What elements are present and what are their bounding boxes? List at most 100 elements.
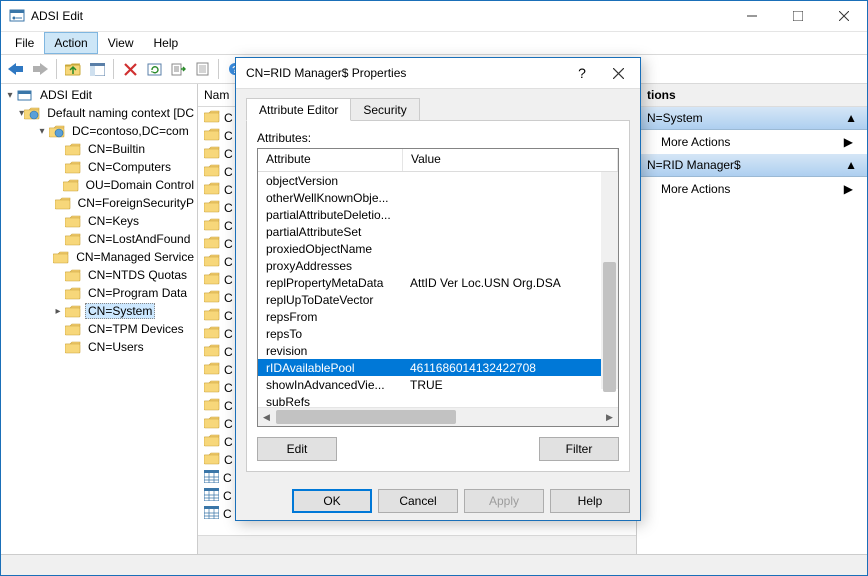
actions-item-label: More Actions [661, 135, 730, 149]
folder-icon [204, 308, 220, 324]
window-grid-icon[interactable] [86, 58, 108, 80]
folder-icon [204, 164, 220, 180]
forward-icon[interactable] [29, 58, 51, 80]
actions-item[interactable]: More Actions▶ [637, 130, 867, 154]
sheet-icon[interactable] [191, 58, 213, 80]
list-item-label: C [224, 129, 233, 143]
tree-item[interactable]: CN=Keys [1, 212, 197, 230]
ok-button[interactable]: OK [292, 489, 372, 513]
list-item-label: C [224, 291, 233, 305]
menu-view[interactable]: View [98, 32, 144, 54]
tree-item-label: CN=Builtin [85, 142, 148, 156]
tree-item-label: CN=Program Data [85, 286, 190, 300]
list-item-label: C [224, 417, 233, 431]
tree-item-label: CN=TPM Devices [85, 322, 187, 336]
folder-icon [204, 434, 220, 450]
tree-item[interactable]: CN=ForeignSecurityP [1, 194, 197, 212]
collapse-icon[interactable]: ▲ [845, 158, 857, 172]
help-button[interactable]: Help [550, 489, 630, 513]
attribute-row[interactable]: rIDAvailablePool4611686014132422708 [258, 359, 618, 376]
up-folder-icon[interactable] [62, 58, 84, 80]
tree-item[interactable]: CN=Users [1, 338, 197, 356]
tree-item[interactable]: CN=Managed Service [1, 248, 197, 266]
folder-icon [63, 178, 79, 192]
folder-icon [65, 322, 81, 336]
tree-item[interactable]: OU=Domain Control [1, 176, 197, 194]
attribute-row[interactable]: proxiedObjectName [258, 240, 618, 257]
tree-pane[interactable]: ▾ ADSI Edit ▾Default naming context [DC▾… [1, 84, 198, 554]
delete-icon[interactable] [119, 58, 141, 80]
actions-item[interactable]: More Actions▶ [637, 177, 867, 201]
folder-icon [204, 506, 219, 522]
dialog-help-button[interactable]: ? [564, 60, 600, 86]
tree-item-label: CN=Keys [85, 214, 142, 228]
grid-vscrollbar[interactable] [601, 172, 618, 389]
folder-icon [204, 452, 220, 468]
tree-item[interactable]: ▾DC=contoso,DC=com [1, 122, 197, 140]
maximize-button[interactable] [775, 1, 821, 31]
scroll-right-icon[interactable]: ▶ [601, 408, 618, 426]
list-item-label: C [224, 435, 233, 449]
list-item-label: C [223, 489, 232, 503]
actions-section-header[interactable]: N=RID Manager$▲ [637, 154, 867, 177]
menu-action[interactable]: Action [44, 32, 97, 54]
grid-hscrollbar[interactable]: ◀ ▶ [258, 407, 618, 426]
col-attribute[interactable]: Attribute [258, 149, 403, 171]
twister-icon[interactable]: ▾ [35, 126, 49, 137]
tree-item[interactable]: CN=TPM Devices [1, 320, 197, 338]
back-icon[interactable] [5, 58, 27, 80]
attr-name: otherWellKnownObje... [258, 191, 402, 205]
tree-item[interactable]: CN=Program Data [1, 284, 197, 302]
dialog-close-button[interactable] [600, 60, 636, 86]
folder-icon [204, 128, 220, 144]
attribute-row[interactable]: otherWellKnownObje... [258, 189, 618, 206]
col-value[interactable]: Value [403, 149, 618, 171]
attr-name: repsFrom [258, 310, 402, 324]
tree-item[interactable]: CN=Computers [1, 158, 197, 176]
cancel-button[interactable]: Cancel [378, 489, 458, 513]
close-button[interactable] [821, 1, 867, 31]
attribute-row[interactable]: partialAttributeDeletio... [258, 206, 618, 223]
tree-item[interactable]: CN=Builtin [1, 140, 197, 158]
edit-button[interactable]: Edit [257, 437, 337, 461]
apply-button[interactable]: Apply [464, 489, 544, 513]
actions-section-header[interactable]: N=System▲ [637, 107, 867, 130]
list-hscrollbar[interactable] [198, 535, 636, 554]
folder-icon [65, 160, 81, 174]
menu-help[interactable]: Help [144, 32, 189, 54]
tree-item-label: CN=ForeignSecurityP [75, 196, 197, 210]
tree-item[interactable]: ▾Default naming context [DC [1, 104, 197, 122]
minimize-button[interactable] [729, 1, 775, 31]
attribute-row[interactable]: objectVersion [258, 172, 618, 189]
scroll-left-icon[interactable]: ◀ [258, 408, 275, 426]
attributes-grid[interactable]: Attribute Value objectVersion otherWellKn… [257, 148, 619, 427]
tab-security[interactable]: Security [351, 98, 419, 121]
collapse-icon[interactable]: ▲ [845, 111, 857, 125]
tree-item[interactable]: CN=LostAndFound [1, 230, 197, 248]
folder-icon [65, 304, 81, 318]
tree-root[interactable]: ▾ ADSI Edit [1, 86, 197, 104]
filter-button[interactable]: Filter [539, 437, 619, 461]
tree-item-label: CN=Managed Service [73, 250, 197, 264]
attribute-row[interactable]: revision [258, 342, 618, 359]
attribute-row[interactable]: subRefs [258, 393, 618, 407]
attribute-row[interactable]: partialAttributeSet [258, 223, 618, 240]
chevron-down-icon[interactable]: ▾ [3, 90, 17, 101]
refresh-icon[interactable] [143, 58, 165, 80]
twister-icon[interactable]: ▸ [51, 306, 65, 317]
tree-item[interactable]: ▸CN=System [1, 302, 197, 320]
menu-file[interactable]: File [5, 32, 44, 54]
attribute-row[interactable]: replPropertyMetaDataAttID Ver Loc.USN Or… [258, 274, 618, 291]
attribute-row[interactable]: repsFrom [258, 308, 618, 325]
attribute-row[interactable]: replUpToDateVector [258, 291, 618, 308]
attribute-row[interactable]: repsTo [258, 325, 618, 342]
export-icon[interactable] [167, 58, 189, 80]
tab-attribute-editor[interactable]: Attribute Editor [246, 98, 351, 121]
tree-item[interactable]: CN=NTDS Quotas [1, 266, 197, 284]
tab-page: Attributes: Attribute Value objectVersio… [246, 120, 630, 472]
attribute-row[interactable]: proxyAddresses [258, 257, 618, 274]
folder-icon [204, 290, 220, 306]
attr-name: revision [258, 344, 402, 358]
attribute-row[interactable]: showInAdvancedVie...TRUE [258, 376, 618, 393]
list-item-label: C [224, 183, 233, 197]
